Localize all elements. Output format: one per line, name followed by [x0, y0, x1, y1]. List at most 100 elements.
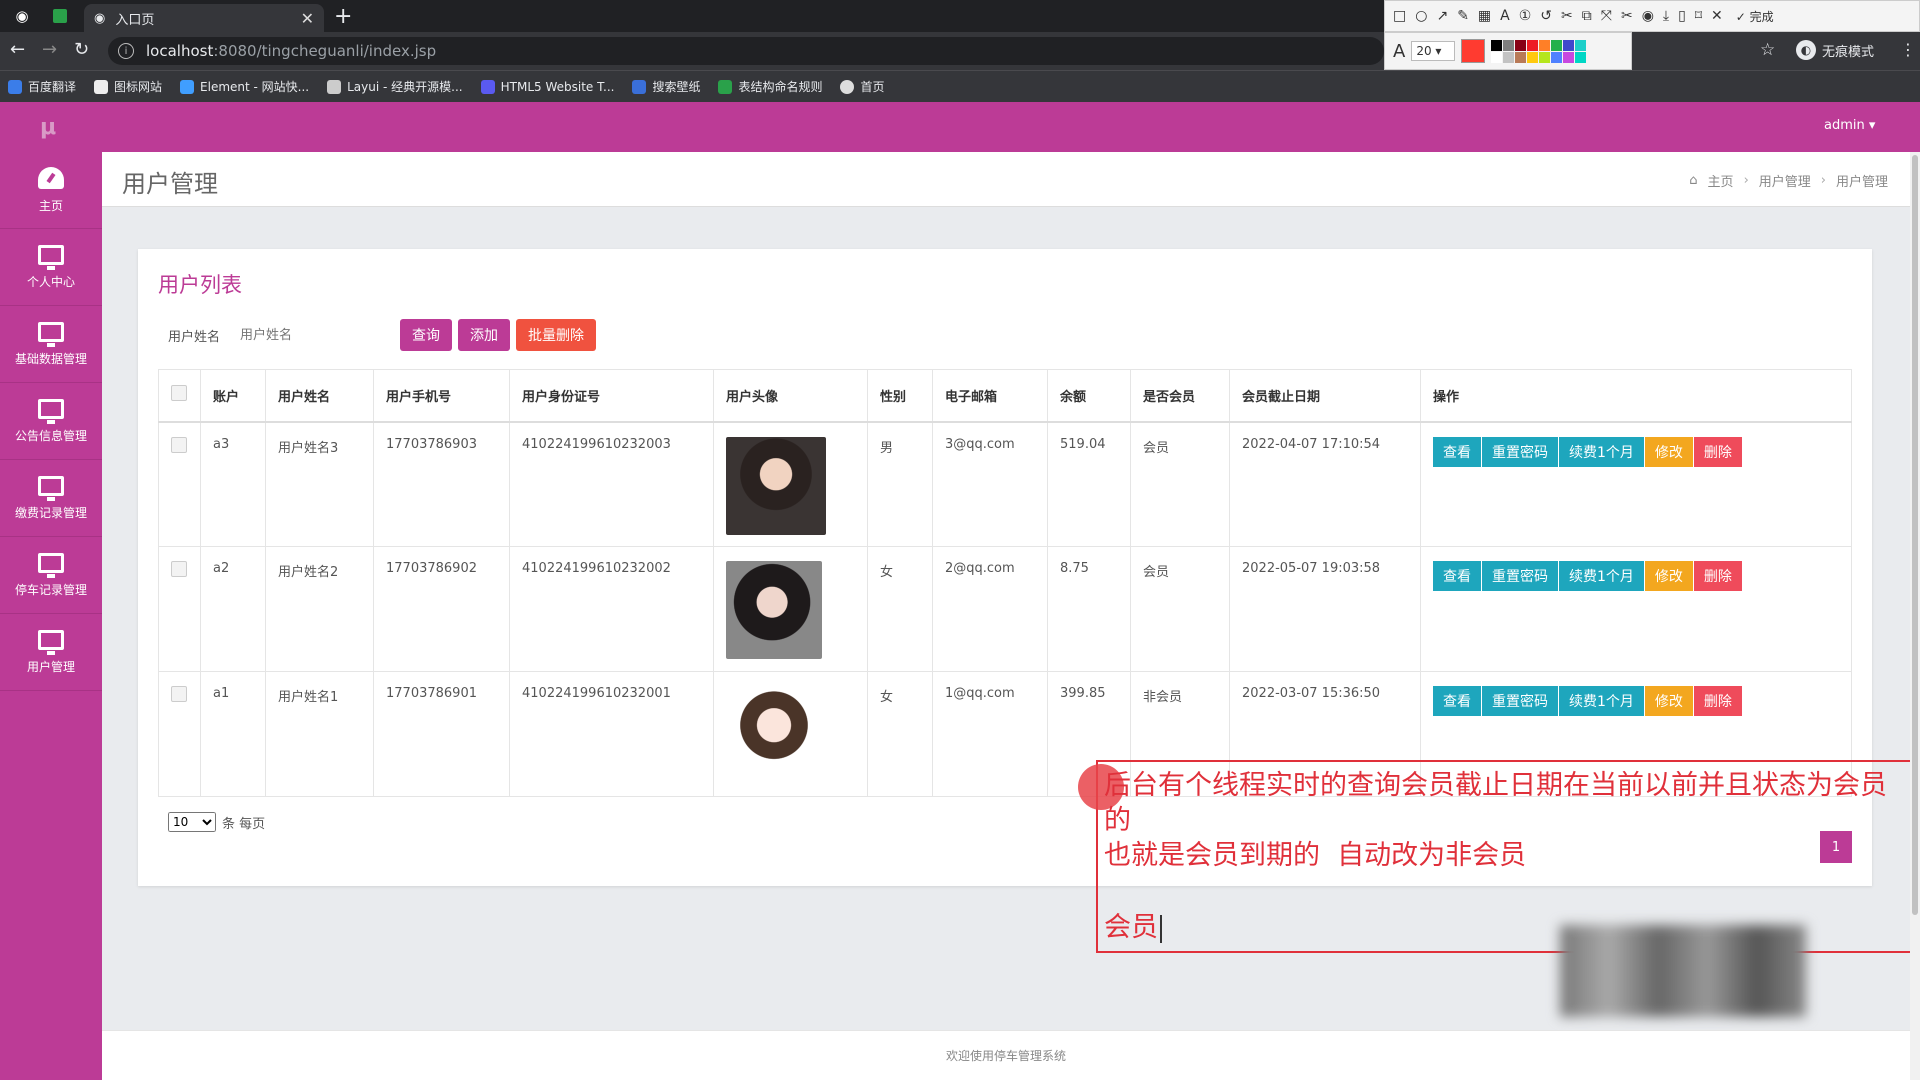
batch-delete-button[interactable]: 批量删除: [516, 319, 596, 351]
palette-swatch[interactable]: [1539, 51, 1551, 63]
palette-swatch[interactable]: [1563, 51, 1575, 63]
breadcrumb-home[interactable]: 主页: [1708, 171, 1734, 190]
sidebar-item-payments[interactable]: 缴费记录管理: [0, 460, 102, 537]
incognito-indicator[interactable]: ◐ 无痕模式: [1796, 40, 1874, 60]
row-checkbox[interactable]: [171, 436, 187, 453]
page-size-select[interactable]: 10: [168, 812, 216, 832]
url-field[interactable]: i localhost:8080/tingcheguanli/index.jsp: [108, 37, 1384, 65]
kebab-menu-icon[interactable]: ⋮: [1900, 40, 1916, 59]
bookmark-item[interactable]: HTML5 Website T...: [480, 79, 614, 94]
active-tab[interactable]: ◉ 入口页 ✕: [84, 4, 324, 32]
breadcrumb-section[interactable]: 用户管理: [1759, 171, 1811, 190]
renew-button[interactable]: 续费1个月: [1559, 561, 1644, 591]
renew-button[interactable]: 续费1个月: [1559, 686, 1644, 716]
color-palette[interactable]: [1491, 39, 1587, 63]
view-button[interactable]: 查看: [1433, 561, 1481, 591]
phone-icon[interactable]: ▯: [1678, 8, 1686, 24]
record-icon[interactable]: ◉: [1642, 8, 1654, 24]
query-button[interactable]: 查询: [400, 319, 452, 351]
palette-swatch[interactable]: [1515, 51, 1527, 63]
ellipse-tool-icon[interactable]: ○: [1415, 8, 1427, 24]
palette-swatch[interactable]: [1551, 51, 1563, 63]
bookmark-item[interactable]: 百度翻译: [8, 78, 76, 95]
close-snip-icon[interactable]: ✕: [1711, 8, 1723, 24]
sidebar-item-base-data[interactable]: 基础数据管理: [0, 306, 102, 383]
palette-swatch[interactable]: [1527, 39, 1539, 51]
bookmark-item[interactable]: 表结构命名规则: [718, 78, 822, 95]
sidebar-item-users[interactable]: 用户管理: [0, 614, 102, 691]
palette-swatch[interactable]: [1515, 39, 1527, 51]
palette-swatch[interactable]: [1575, 39, 1587, 51]
edit-button[interactable]: 修改: [1644, 686, 1693, 716]
bookmark-star-icon[interactable]: ☆: [1760, 40, 1775, 60]
back-icon[interactable]: ←: [10, 39, 25, 60]
info-icon[interactable]: i: [118, 43, 134, 59]
number-tool-icon[interactable]: ①: [1519, 8, 1532, 24]
delete-button[interactable]: 删除: [1693, 561, 1742, 591]
edit-button[interactable]: 修改: [1644, 561, 1693, 591]
reset-password-button[interactable]: 重置密码: [1482, 436, 1558, 467]
tab-close-icon[interactable]: ✕: [301, 9, 314, 28]
scrollbar-thumb[interactable]: [1912, 155, 1918, 915]
add-button[interactable]: 添加: [458, 319, 510, 351]
pinned-tab-icon[interactable]: [50, 6, 70, 26]
translate-icon[interactable]: ⤧: [1601, 8, 1612, 24]
reset-password-button[interactable]: 重置密码: [1482, 686, 1558, 716]
palette-swatch[interactable]: [1503, 51, 1515, 63]
breadcrumb-current: 用户管理: [1835, 175, 1888, 190]
name-search-input[interactable]: [240, 320, 390, 350]
done-button[interactable]: ✓ 完成: [1736, 8, 1774, 25]
id-card-cell: 410224199610232003: [509, 421, 714, 547]
new-tab-button[interactable]: +: [334, 4, 352, 29]
row-checkbox[interactable]: [171, 561, 187, 577]
select-all-checkbox[interactable]: [171, 385, 187, 402]
palette-swatch[interactable]: [1491, 39, 1503, 51]
download-icon[interactable]: ⤓: [1663, 8, 1669, 24]
bookmark-item[interactable]: 搜索壁纸: [632, 78, 700, 95]
text-tool-icon[interactable]: A: [1500, 8, 1510, 24]
annotation-typing[interactable]: 会员: [1104, 905, 1162, 944]
scissors-icon[interactable]: ✂: [1621, 8, 1633, 24]
reset-password-button[interactable]: 重置密码: [1482, 561, 1558, 591]
palette-swatch[interactable]: [1527, 51, 1539, 63]
sidebar-item-parking[interactable]: 停车记录管理: [0, 537, 102, 614]
pin-icon[interactable]: ⧉: [1582, 8, 1592, 24]
pen-tool-icon[interactable]: ✎: [1457, 8, 1469, 24]
palette-swatch[interactable]: [1539, 39, 1551, 51]
palette-swatch[interactable]: [1551, 39, 1563, 51]
search-row: 用户姓名 查询 添加 批量删除: [168, 319, 602, 351]
arrow-tool-icon[interactable]: ↗: [1436, 8, 1448, 24]
undo-icon[interactable]: ↺: [1540, 8, 1552, 24]
palette-swatch[interactable]: [1575, 51, 1587, 63]
bookmark-item[interactable]: Layui - 经典开源模...: [327, 78, 463, 95]
sidebar-item-notices[interactable]: 公告信息管理: [0, 383, 102, 460]
forward-icon[interactable]: →: [42, 39, 57, 60]
sidebar-item-profile[interactable]: 个人中心: [0, 229, 102, 306]
view-button[interactable]: 查看: [1433, 436, 1481, 467]
bookmark-item[interactable]: 图标网站: [94, 78, 162, 95]
sidebar-item-home[interactable]: 主页: [0, 152, 102, 229]
renew-button[interactable]: 续费1个月: [1559, 436, 1644, 467]
cut-icon[interactable]: ✂: [1561, 8, 1573, 24]
reload-icon[interactable]: ↻: [74, 39, 89, 60]
mosaic-tool-icon[interactable]: ▦: [1478, 8, 1491, 24]
font-size-select[interactable]: 20 ▾: [1411, 41, 1456, 61]
select-all-cell: [158, 369, 201, 423]
view-button[interactable]: 查看: [1433, 686, 1481, 716]
row-select-cell: [158, 546, 201, 672]
avatar-cell: [713, 421, 868, 547]
rect-tool-icon[interactable]: □: [1393, 8, 1406, 24]
delete-button[interactable]: 删除: [1693, 686, 1742, 716]
edit-button[interactable]: 修改: [1644, 436, 1693, 467]
user-menu[interactable]: admin ▾: [1824, 118, 1875, 133]
bookmark-item[interactable]: 首页: [840, 78, 885, 95]
browser-menu-icon[interactable]: ◉: [12, 6, 32, 26]
palette-swatch[interactable]: [1563, 39, 1575, 51]
palette-swatch[interactable]: [1503, 39, 1515, 51]
row-checkbox[interactable]: [171, 686, 187, 702]
current-color-swatch[interactable]: [1461, 39, 1486, 63]
bookmark-item[interactable]: Element - 网站快...: [180, 78, 309, 95]
palette-swatch[interactable]: [1491, 51, 1503, 63]
delete-button[interactable]: 删除: [1693, 436, 1742, 467]
bookmark-icon[interactable]: ⌑: [1695, 8, 1702, 24]
